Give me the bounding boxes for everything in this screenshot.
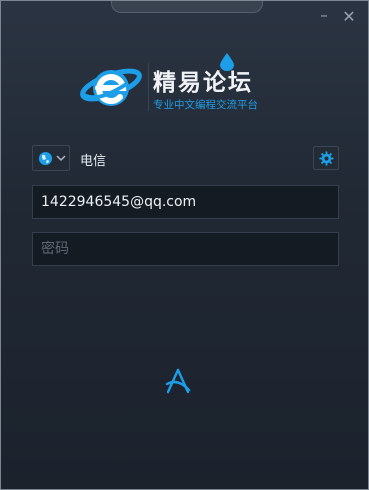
isp-label: 电信 bbox=[80, 154, 107, 169]
water-drop-icon bbox=[220, 53, 234, 71]
title-bar-notch[interactable] bbox=[111, 1, 263, 13]
logo-divider bbox=[148, 63, 149, 111]
logo-title: 精易论坛 bbox=[153, 70, 253, 96]
e-logo-icon bbox=[80, 68, 142, 106]
gear-icon bbox=[319, 151, 334, 166]
account-input[interactable] bbox=[32, 185, 339, 219]
chevron-down-icon bbox=[56, 155, 66, 162]
globe-icon bbox=[38, 151, 53, 166]
logo: 精易论坛 专业中文编程交流平台 bbox=[78, 53, 278, 117]
loading-icon bbox=[165, 368, 191, 394]
login-window: – ✕ 精易论坛 专业中文编程交流平台 电信 bbox=[0, 0, 369, 490]
logo-subtitle: 专业中文编程交流平台 bbox=[153, 99, 258, 111]
minimize-button[interactable]: – bbox=[316, 7, 332, 23]
network-select[interactable] bbox=[32, 145, 70, 171]
close-button[interactable]: ✕ bbox=[341, 9, 357, 25]
password-input[interactable] bbox=[32, 232, 339, 266]
settings-button[interactable] bbox=[313, 146, 339, 170]
